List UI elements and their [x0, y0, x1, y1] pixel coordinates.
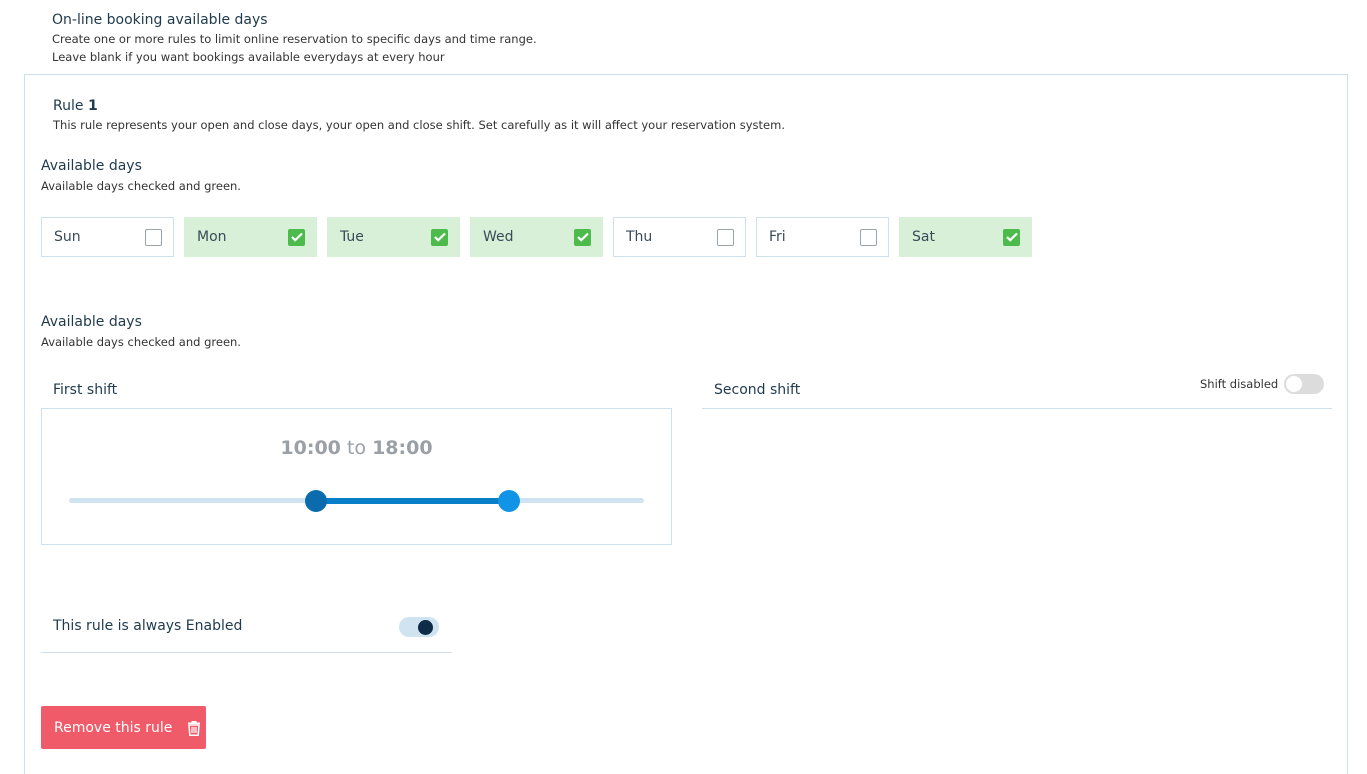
checkbox-icon[interactable] — [1003, 228, 1020, 246]
page-description-line-1: Create one or more rules to limit online… — [52, 32, 537, 46]
days-section-title: Available days — [41, 158, 142, 174]
days-section-subtitle: Available days checked and green. — [41, 179, 241, 193]
rule-card: Rule 1 This rule represents your open an… — [24, 74, 1348, 774]
days-row: Sun Mon Tue Wed Thu Fri Sat — [41, 217, 1032, 257]
rule-title-prefix: Rule — [53, 98, 84, 114]
day-label: Tue — [340, 229, 364, 245]
day-tue[interactable]: Tue — [327, 217, 460, 257]
checkbox-icon[interactable] — [145, 228, 162, 246]
always-enabled-divider — [41, 652, 452, 653]
second-shift-label: Second shift — [714, 382, 801, 398]
page-header: On-line booking available days Create on… — [52, 11, 537, 66]
remove-rule-button[interactable]: Remove this rule — [41, 706, 206, 749]
first-shift-label: First shift — [53, 382, 118, 398]
day-sat[interactable]: Sat — [899, 217, 1032, 257]
toggle-knob — [1286, 376, 1302, 392]
second-shift-divider — [702, 408, 1332, 409]
slider-handle-end[interactable] — [497, 490, 520, 512]
day-fri[interactable]: Fri — [756, 217, 889, 257]
always-enabled-toggle[interactable] — [399, 617, 439, 637]
day-label: Sat — [912, 229, 935, 245]
shifts-section-title: Available days — [41, 314, 142, 330]
time-slider-range — [316, 498, 509, 504]
trash-icon — [187, 720, 201, 736]
day-label: Sun — [54, 229, 81, 245]
day-label: Wed — [483, 229, 514, 245]
rule-description: This rule represents your open and close… — [53, 118, 785, 132]
shift-disabled-label: Shift disabled — [1200, 377, 1279, 391]
day-sun[interactable]: Sun — [41, 217, 174, 257]
shift-start-time: 10:00 — [280, 437, 341, 459]
page-title: On-line booking available days — [52, 12, 268, 28]
rule-title: Rule 1 — [53, 98, 98, 114]
shifts-section-subtitle: Available days checked and green. — [41, 335, 241, 349]
day-label: Thu — [626, 229, 653, 245]
shift-end-time: 18:00 — [372, 437, 433, 459]
day-mon[interactable]: Mon — [184, 217, 317, 257]
day-wed[interactable]: Wed — [470, 217, 603, 257]
remove-rule-label: Remove this rule — [54, 719, 173, 736]
rule-number: 1 — [87, 98, 98, 114]
checkbox-icon[interactable] — [860, 228, 877, 246]
checkbox-icon[interactable] — [574, 228, 591, 246]
first-shift-panel: 10:00 to 18:00 — [41, 408, 672, 545]
second-shift-toggle[interactable] — [1284, 374, 1324, 394]
shift-connector: to — [346, 437, 367, 459]
checkbox-icon[interactable] — [717, 228, 734, 246]
slider-handle-start[interactable] — [305, 490, 328, 512]
checkbox-icon[interactable] — [288, 228, 305, 246]
toggle-knob — [418, 620, 433, 635]
day-label: Fri — [769, 229, 786, 245]
day-thu[interactable]: Thu — [613, 217, 746, 257]
page-description-line-2: Leave blank if you want bookings availab… — [52, 50, 445, 64]
always-enabled-label: This rule is always Enabled — [53, 618, 243, 634]
shift-range-text: 10:00 to 18:00 — [42, 437, 671, 459]
day-label: Mon — [197, 229, 227, 245]
checkbox-icon[interactable] — [431, 228, 448, 246]
